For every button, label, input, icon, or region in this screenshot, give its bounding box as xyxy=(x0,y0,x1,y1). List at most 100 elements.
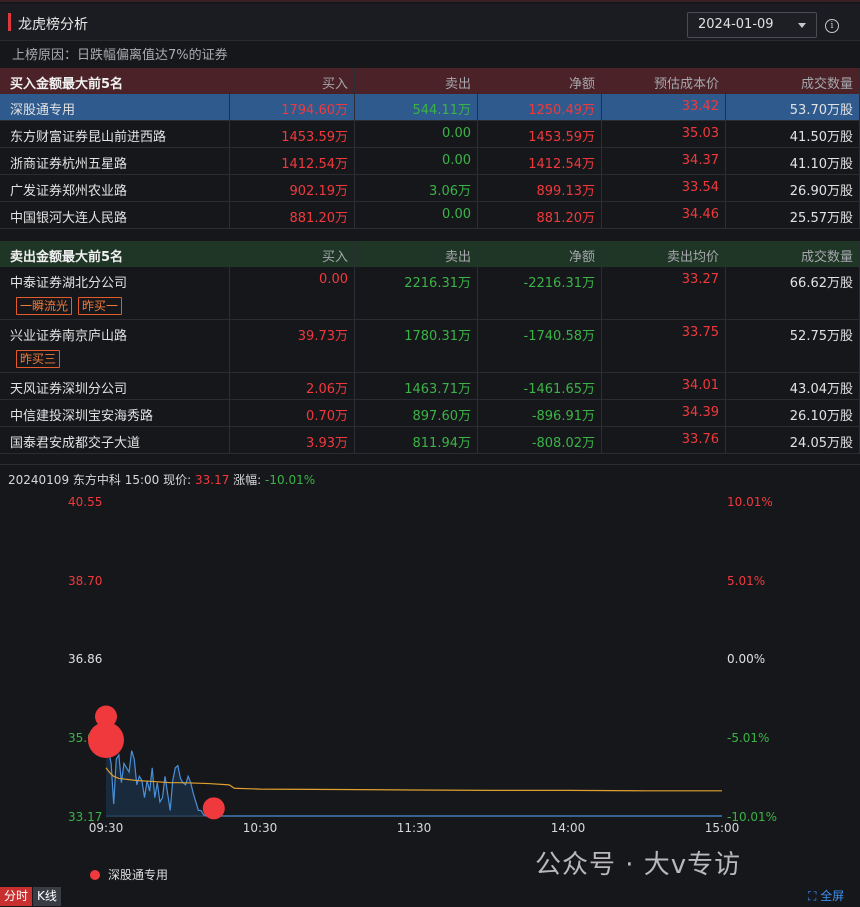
chart-legend: 深股通专用 xyxy=(90,866,168,883)
table-cell-net: -808.02万 xyxy=(478,427,602,453)
seat-tag-badge[interactable]: 一瞬流光 xyxy=(16,297,73,315)
table-cell-buy: 881.20万 xyxy=(230,202,355,228)
cell-value-qty: 53.70万股 xyxy=(789,103,853,118)
column-header[interactable]: 净额 xyxy=(478,68,602,94)
column-header-label: 成交数量 xyxy=(800,250,853,265)
date-select[interactable]: 2024-01-09 xyxy=(687,12,817,38)
table-cell-price: 34.46 xyxy=(602,202,726,228)
cell-value-price: 34.46 xyxy=(681,207,719,222)
y-left-tick-label: 38.70 xyxy=(68,574,102,588)
x-tick-label: 14:00 xyxy=(551,821,586,835)
y-right-tick-label: 0.00% xyxy=(727,652,765,666)
column-header[interactable]: 卖出 xyxy=(355,241,478,267)
cell-value-name: 天风证券深圳分公司 xyxy=(10,382,128,397)
table-cell-name: 国泰君安成都交子大道 xyxy=(0,427,230,453)
table-cell-qty: 25.57万股 xyxy=(726,202,860,228)
intraday-chart[interactable]: 40.5538.7036.8635.033.1710.01%5.01%0.00%… xyxy=(0,465,860,907)
cell-value-price: 33.42 xyxy=(681,99,719,114)
info-icon[interactable]: i xyxy=(825,19,839,33)
cell-value-name: 兴业证券南京庐山路 xyxy=(10,329,128,344)
cell-value-net: 1250.49万 xyxy=(528,103,595,118)
cell-value-price: 33.54 xyxy=(681,180,719,195)
table-row[interactable]: 浙商证券杭州五星路 1412.54万 0.00 1412.54万 34.37 41.10万… xyxy=(0,148,860,175)
cell-value-net: -1740.58万 xyxy=(523,329,595,344)
cell-value-name: 国泰君安成都交子大道 xyxy=(10,436,141,451)
table-row[interactable]: 广发证券郑州农业路 902.19万 3.06万 899.13万 33.54 26.90万股 xyxy=(0,175,860,202)
cell-value-sell: 0.00 xyxy=(442,153,471,168)
table-cell-price: 33.27 xyxy=(602,267,726,319)
column-header-label: 净额 xyxy=(568,77,595,92)
column-header[interactable]: 买入 xyxy=(230,241,355,267)
table-row[interactable]: 中泰证券湖北分公司 一瞬流光 昨买一 0.00 2216.31万 -2216.31万 33.… xyxy=(0,267,860,320)
table-cell-sell: 1780.31万 xyxy=(355,320,478,372)
fullscreen-button[interactable]: ⛶ 全屏 xyxy=(808,887,844,904)
table-row[interactable]: 中国银河大连人民路 881.20万 0.00 881.20万 34.46 25.57万股 xyxy=(0,202,860,229)
table-cell-name: 中泰证券湖北分公司 一瞬流光 昨买一 xyxy=(0,267,230,319)
cell-value-price: 33.27 xyxy=(681,272,719,287)
table-row[interactable]: 东方财富证券昆山前进西路 1453.59万 0.00 1453.59万 35.03 41.… xyxy=(0,121,860,148)
column-header-label: 买入 xyxy=(321,77,348,92)
cell-value-qty: 41.50万股 xyxy=(789,130,853,145)
table-cell-sell: 2216.31万 xyxy=(355,267,478,319)
table-row[interactable]: 中信建投深圳宝安海秀路 0.70万 897.60万 -896.91万 34.39 26.1… xyxy=(0,400,860,427)
table-cell-net: -1740.58万 xyxy=(478,320,602,372)
table-cell-price: 34.01 xyxy=(602,373,726,399)
y-right-tick-label: -5.01% xyxy=(727,731,769,745)
column-header-label: 买入金额最大前5名 xyxy=(10,77,124,92)
table-cell-net: -1461.65万 xyxy=(478,373,602,399)
table-cell-buy: 3.93万 xyxy=(230,427,355,453)
y-right-tick-label: 10.01% xyxy=(727,495,773,509)
table-cell-qty: 53.70万股 xyxy=(726,94,860,120)
column-header[interactable]: 成交数量 xyxy=(726,68,860,94)
fullscreen-label: 全屏 xyxy=(820,889,845,903)
seat-tag-badge[interactable]: 昨买三 xyxy=(16,350,61,368)
table-cell-buy: 1412.54万 xyxy=(230,148,355,174)
cell-value-qty: 52.75万股 xyxy=(789,329,853,344)
cell-value-qty: 41.10万股 xyxy=(789,157,853,172)
table-cell-buy: 39.73万 xyxy=(230,320,355,372)
y-left-tick-label: 40.55 xyxy=(68,495,102,509)
seat-tag-badge[interactable]: 昨买一 xyxy=(78,297,123,315)
cell-value-buy: 3.93万 xyxy=(306,436,348,451)
panel-title: 龙虎榜分析 xyxy=(18,17,88,33)
cell-value-buy: 1453.59万 xyxy=(281,130,348,145)
table-cell-buy: 902.19万 xyxy=(230,175,355,201)
cell-value-net: -896.91万 xyxy=(531,409,595,424)
column-header[interactable]: 买入 xyxy=(230,68,355,94)
table-cell-name: 广发证券郑州农业路 xyxy=(0,175,230,201)
cell-value-sell: 3.06万 xyxy=(429,184,471,199)
cell-value-sell: 897.60万 xyxy=(412,409,472,424)
column-header-label: 卖出金额最大前5名 xyxy=(10,250,124,265)
cell-value-price: 34.01 xyxy=(681,378,719,393)
x-tick-label: 09:30 xyxy=(89,821,124,835)
column-header[interactable]: 净额 xyxy=(478,241,602,267)
cell-value-buy: 2.06万 xyxy=(306,382,348,397)
trade-marker xyxy=(88,722,124,759)
column-header-label: 买入 xyxy=(321,250,348,265)
tab-kline[interactable]: K线 xyxy=(33,887,61,906)
cell-value-qty: 24.05万股 xyxy=(789,436,853,451)
table-cell-price: 33.42 xyxy=(602,94,726,120)
table-row[interactable]: 深股通专用 1794.60万 544.11万 1250.49万 33.42 53.70万股 xyxy=(0,94,860,121)
table-row[interactable]: 兴业证券南京庐山路 昨买三 39.73万 1780.31万 -1740.58万 33.75… xyxy=(0,320,860,373)
table-row[interactable]: 天风证券深圳分公司 2.06万 1463.71万 -1461.65万 34.01 43.0… xyxy=(0,373,860,400)
column-header[interactable]: 卖出 xyxy=(355,68,478,94)
table-cell-buy: 2.06万 xyxy=(230,373,355,399)
column-header[interactable]: 卖出均价 xyxy=(602,241,726,267)
column-header[interactable]: 成交数量 xyxy=(726,241,860,267)
cell-value-qty: 26.10万股 xyxy=(789,409,853,424)
date-value: 2024-01-09 xyxy=(698,17,774,32)
table-cell-buy: 1453.59万 xyxy=(230,121,355,147)
table-cell-net: 1250.49万 xyxy=(478,94,602,120)
table-cell-net: 881.20万 xyxy=(478,202,602,228)
table-cell-sell: 3.06万 xyxy=(355,175,478,201)
table-row[interactable]: 国泰君安成都交子大道 3.93万 811.94万 -808.02万 33.76 24.05… xyxy=(0,427,860,454)
table-cell-buy: 0.00 xyxy=(230,267,355,319)
column-header[interactable]: 预估成本价 xyxy=(602,68,726,94)
cell-value-net: 899.13万 xyxy=(536,184,596,199)
cell-value-name: 中信建投深圳宝安海秀路 xyxy=(10,409,154,424)
table-cell-qty: 52.75万股 xyxy=(726,320,860,372)
tab-intraday[interactable]: 分时 xyxy=(0,887,33,906)
column-header-label: 卖出 xyxy=(444,250,471,265)
cell-value-buy: 39.73万 xyxy=(297,329,348,344)
